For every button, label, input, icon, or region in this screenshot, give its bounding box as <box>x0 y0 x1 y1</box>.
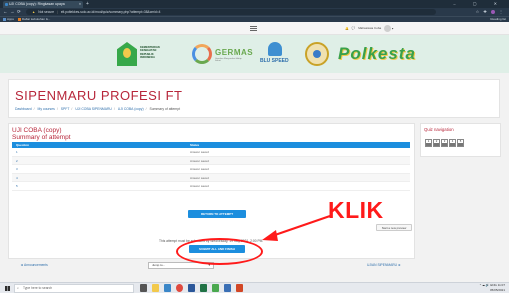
question-button[interactable]: 5 <box>457 139 464 147</box>
address-bar-row: ← → ⟳ ▲ Not secure | elt.poltekkes-solo.… <box>0 8 509 16</box>
status-text: Answer saved <box>190 150 209 154</box>
table-row: 3 Answer saved <box>12 165 410 174</box>
outlook-icon[interactable] <box>224 284 231 292</box>
breadcrumb-current: Summary of attempt <box>149 107 181 111</box>
task-view-icon[interactable] <box>140 284 147 292</box>
quiz-navigation-block: Quiz navigation 1 2 3 4 5 <box>420 123 501 157</box>
polkesta-logo: Polkesta <box>338 44 416 63</box>
question-button[interactable]: 1 <box>425 139 432 147</box>
chat-icon[interactable]: 💬 <box>352 26 356 30</box>
clock-date: 05/05/2021 <box>489 288 505 292</box>
hamburger-menu-icon[interactable] <box>250 26 257 31</box>
question-link[interactable]: 5 <box>16 182 18 191</box>
quiz-title: UJI COBA (copy) <box>12 127 62 134</box>
security-label: Not secure <box>38 10 55 14</box>
next-activity-link[interactable]: UJIAN SIPENMARU ► <box>367 263 401 267</box>
clock-time: 11:07 <box>497 283 505 287</box>
tab-title: UJI COBA (copy): Ringkasan upaya <box>9 2 65 6</box>
app-icon[interactable] <box>212 284 219 292</box>
bell-icon[interactable]: 🔔 <box>345 26 349 30</box>
new-tab-button[interactable]: + <box>86 0 89 8</box>
taskbar-app-icons <box>140 284 243 292</box>
summary-heading: Summary of attempt <box>12 134 71 141</box>
kemenkes-emblem-icon <box>117 42 137 66</box>
question-button[interactable]: 4 <box>449 139 456 147</box>
chrome-icon[interactable] <box>176 284 183 292</box>
extensions-icon[interactable]: ✚ <box>483 9 486 14</box>
taskbar-search-input[interactable]: ⌕ Type here to search <box>14 284 134 293</box>
tab-close-icon[interactable]: × <box>79 1 81 8</box>
question-button[interactable]: 3 <box>441 139 448 147</box>
germas-emblem-icon <box>192 44 212 64</box>
browser-tab-bar: UJI COBA (copy): Ringkasan upaya × + – ▢… <box>0 0 509 8</box>
tab-favicon-icon <box>4 3 8 6</box>
blu-speed-logo: BLU SPEED <box>254 42 298 66</box>
file-explorer-icon[interactable] <box>152 284 159 292</box>
url-bar[interactable]: ▲ Not secure | elt.poltekkes-solo.ac.id/… <box>26 9 436 15</box>
apps-grid-icon <box>3 17 6 21</box>
user-name: Mahasiswa Coba <box>358 26 382 31</box>
quiz-navigation-title: Quiz navigation <box>424 127 454 132</box>
annotation-ellipse <box>176 238 263 265</box>
tray-icons[interactable]: ^ ☁ 🔊 ENG <box>480 283 497 287</box>
seal-icon <box>305 42 329 66</box>
url-text: elt.poltekkes-solo.ac.id/mod/quiz/summar… <box>60 10 161 14</box>
windows-start-icon[interactable] <box>5 286 10 291</box>
summary-table: Question Status 1 Answer saved 2 Answer … <box>12 142 410 191</box>
browser-toolbar-icons: ☆ ✚ ⋮ <box>476 8 503 16</box>
question-link[interactable]: 3 <box>16 165 18 174</box>
annotation-klik-text: KLIK <box>328 197 384 223</box>
breadcrumb-spft[interactable]: SPFT <box>61 107 70 111</box>
question-link[interactable]: 2 <box>16 157 18 166</box>
status-text: Answer saved <box>190 175 209 180</box>
question-buttons: 1 2 3 4 5 <box>425 139 464 147</box>
breadcrumb-my-courses[interactable]: My courses <box>38 107 55 111</box>
excel-icon[interactable] <box>200 284 207 292</box>
menu-dots-icon[interactable]: ⋮ <box>499 9 503 14</box>
breadcrumb-uji-coba-copy[interactable]: UJI COBA (copy) <box>118 107 144 111</box>
table-row: 4 Answer saved <box>12 173 410 183</box>
table-row: 2 Answer saved <box>12 156 410 166</box>
site-banner: KEMENTERIAN KESEHATAN REPUBLIK INDONESIA… <box>0 35 509 73</box>
profile-avatar[interactable] <box>490 9 495 14</box>
question-link[interactable]: 1 <box>16 148 18 157</box>
moodle-navbar: 🔔 💬 Mahasiswa Coba ▾ <box>0 22 509 35</box>
bookmark-favicon-icon <box>18 17 21 21</box>
germas-logo: GERMAS Gerakan Masyarakat Hidup Sehat <box>192 42 253 66</box>
browser-tab[interactable]: UJI COBA (copy): Ringkasan upaya × <box>3 1 83 8</box>
breadcrumb-uji-coba-sipenmaru[interactable]: UJI COBA SIPENMARU <box>75 107 112 111</box>
os-taskbar: ⌕ Type here to search ^ ☁ 🔊 ENG 11:07 05… <box>0 282 509 293</box>
reload-icon[interactable]: ⟳ <box>17 8 21 16</box>
chevron-down-icon[interactable]: ▾ <box>392 26 394 30</box>
table-row: 1 Answer saved <box>12 148 410 157</box>
question-link[interactable]: 4 <box>16 174 18 183</box>
powerpoint-icon[interactable] <box>236 284 243 292</box>
kemenkes-logo: KEMENTERIAN KESEHATAN REPUBLIK INDONESIA <box>117 42 185 66</box>
word-icon[interactable] <box>188 284 195 292</box>
window-controls[interactable]: – ▢ ✕ <box>453 0 505 8</box>
user-menu[interactable]: 🔔 💬 Mahasiswa Coba ▾ <box>345 25 393 32</box>
question-button[interactable]: 2 <box>433 139 440 147</box>
poltekkes-seal-logo <box>305 42 329 66</box>
avatar[interactable] <box>384 25 392 32</box>
course-header: SIPENMARU PROFESI FT Dashboard / My cours… <box>8 79 500 118</box>
breadcrumb-dashboard[interactable]: Dashboard <box>15 107 32 111</box>
star-icon[interactable]: ☆ <box>476 9 480 14</box>
status-text: Answer saved <box>190 158 209 163</box>
status-text: Answer saved <box>190 167 209 171</box>
system-tray: ^ ☁ 🔊 ENG 11:07 05/05/2021 <box>480 283 505 293</box>
breadcrumb: Dashboard / My courses / SPFT / UJI COBA SI… <box>15 107 181 111</box>
table-row: 5 Answer saved <box>12 182 410 191</box>
blu-emblem-icon <box>268 42 282 56</box>
forward-arrow-icon[interactable]: → <box>10 8 15 16</box>
back-arrow-icon[interactable]: ← <box>3 8 8 16</box>
warning-icon: ▲ <box>32 10 36 14</box>
status-text: Answer saved <box>190 184 209 188</box>
start-new-preview-button[interactable]: Start a new preview <box>376 224 412 231</box>
previous-activity-link[interactable]: ◄ Announcements <box>20 263 48 267</box>
return-to-attempt-button[interactable]: RETURN TO ATTEMPT <box>188 210 246 218</box>
page-title: SIPENMARU PROFESI FT <box>15 88 183 103</box>
edge-browser-icon[interactable] <box>164 284 171 292</box>
search-icon: ⌕ <box>17 286 19 290</box>
